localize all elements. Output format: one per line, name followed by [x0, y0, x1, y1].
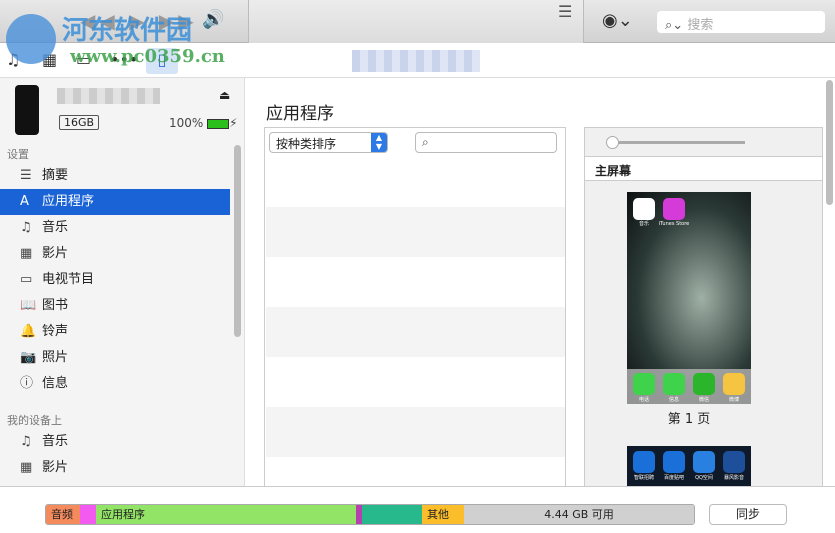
eject-icon[interactable]: ⏏	[219, 88, 230, 102]
info-icon: ⓘ	[20, 376, 34, 391]
search-icon: ⌕	[422, 135, 429, 149]
sidebar-item[interactable]: 📖 图书	[0, 293, 230, 319]
sidebar-item-label: 图书	[42, 298, 69, 313]
capacity-badge: 16GB	[59, 115, 100, 130]
battery-status: 100% ⚡	[169, 116, 238, 130]
sidebar-item-label: 信息	[42, 376, 69, 391]
app-list[interactable]	[264, 127, 566, 487]
book-icon: 📖	[20, 298, 37, 313]
app-label: 微信	[698, 397, 709, 403]
sidebar-item[interactable]: ♫ 音乐	[0, 215, 230, 241]
sync-button[interactable]: 同步	[709, 504, 787, 525]
main-scrollbar[interactable]	[826, 80, 833, 205]
blurred-title	[352, 50, 480, 72]
sidebar-item-label: 影片	[42, 460, 69, 475]
account-icon[interactable]: ◉⌄	[602, 10, 633, 31]
sort-dropdown[interactable]: 按种类排序 ▲ ▼	[269, 132, 388, 153]
storage-audio: 音频	[46, 505, 80, 524]
sidebar-item-label: 应用程序	[42, 194, 95, 209]
sidebar-item-label: 音乐	[42, 220, 69, 235]
bell-icon: 🔔	[20, 324, 37, 339]
sidebar-item-label: 铃声	[42, 324, 69, 339]
app-icon-tieba[interactable]	[663, 451, 685, 473]
app-label: 暴风影音	[723, 475, 744, 481]
app-label: QQ空间	[695, 475, 713, 481]
list-icon[interactable]: ☰	[558, 2, 572, 21]
sidebar-item[interactable]: ▭ 电视节目	[0, 267, 230, 293]
storage-segment-teal	[362, 505, 422, 524]
sidebar-item[interactable]: ▦ 影片	[0, 241, 230, 267]
sidebar-item-label: 摘要	[42, 168, 69, 183]
home-screen-page-2[interactable]: 智联招聘 百度贴吧 QQ空间 暴风影音	[627, 446, 751, 486]
sidebar-item[interactable]: ☰ 摘要	[0, 163, 230, 189]
app-label: 百度贴吧	[663, 475, 684, 481]
section-settings: 设置	[7, 148, 29, 161]
device-name[interactable]	[57, 88, 160, 104]
sidebar-item[interactable]: ♫ 音乐	[0, 429, 230, 455]
page-title: 应用程序	[266, 104, 334, 124]
app-icon-weibo[interactable]	[723, 373, 745, 395]
storage-segment-pink	[80, 505, 96, 524]
list-icon: ☰	[20, 168, 32, 183]
app-icon-qzone[interactable]	[693, 451, 715, 473]
search-input[interactable]: ⌕⌄ 搜索	[657, 11, 825, 33]
storage-other: 其他	[422, 505, 464, 524]
device-image	[15, 85, 39, 135]
sidebar-item[interactable]: ▦ 影片	[0, 455, 230, 481]
music-icon: ♫	[20, 434, 32, 449]
app-label: 音乐	[638, 221, 649, 227]
sidebar-item[interactable]: ⓘ 信息	[0, 371, 230, 397]
dock: 电话 信息 微信 微博	[627, 369, 751, 404]
app-label: 信息	[668, 397, 679, 403]
tv-icon: ▭	[20, 272, 33, 287]
chevron-updown-icon: ▲ ▼	[371, 133, 387, 152]
page-label: 第 1 页	[667, 412, 711, 427]
zoom-slider-knob[interactable]	[606, 136, 619, 149]
sidebar-item[interactable]: A 应用程序	[0, 189, 230, 215]
app-search-input[interactable]: ⌕	[415, 132, 557, 153]
sidebar-item-label: 音乐	[42, 434, 69, 449]
watermark-name: 河东软件园	[62, 16, 193, 46]
search-icon: ⌕⌄	[665, 18, 684, 33]
app-icon-itunes-store[interactable]	[663, 198, 685, 220]
app-label: iTunes Store	[658, 221, 690, 227]
apps-icon: A	[20, 194, 29, 209]
app-icon-music[interactable]	[633, 198, 655, 220]
app-icon-messages[interactable]	[663, 373, 685, 395]
sidebar-item-label: 电视节目	[42, 272, 95, 287]
storage-free: 4.44 GB 可用	[464, 505, 694, 524]
app-icon-zhilian[interactable]	[633, 451, 655, 473]
storage-bar: 音频 应用程序 其他 4.44 GB 可用	[45, 504, 695, 525]
sidebar-scrollbar[interactable]	[234, 145, 241, 337]
app-icon-baofeng[interactable]	[723, 451, 745, 473]
sidebar-item[interactable]: 🔔 铃声	[0, 319, 230, 345]
film-icon: ▦	[20, 246, 33, 261]
watermark-logo	[6, 14, 56, 64]
zoom-slider-track[interactable]	[610, 141, 745, 144]
app-icon-phone[interactable]	[633, 373, 655, 395]
watermark-url: www.pc0359.cn	[70, 46, 225, 67]
sidebar-item[interactable]: 📷 照片	[0, 345, 230, 371]
section-my-device: 我的设备上	[7, 414, 62, 427]
storage-apps: 应用程序	[96, 505, 356, 524]
app-label: 智联招聘	[633, 475, 654, 481]
volume-icon[interactable]: 🔊	[202, 9, 224, 30]
home-screen-header: 主屏幕	[585, 157, 822, 181]
app-icon-wechat[interactable]	[693, 373, 715, 395]
sidebar-item-label: 影片	[42, 246, 69, 261]
battery-icon	[207, 118, 230, 129]
music-icon: ♫	[20, 220, 32, 235]
status-display	[248, 0, 584, 43]
film-icon: ▦	[20, 460, 33, 475]
app-label: 电话	[638, 397, 649, 403]
camera-icon: 📷	[20, 350, 37, 365]
sidebar-item-label: 照片	[42, 350, 69, 365]
app-label: 微博	[728, 397, 739, 403]
